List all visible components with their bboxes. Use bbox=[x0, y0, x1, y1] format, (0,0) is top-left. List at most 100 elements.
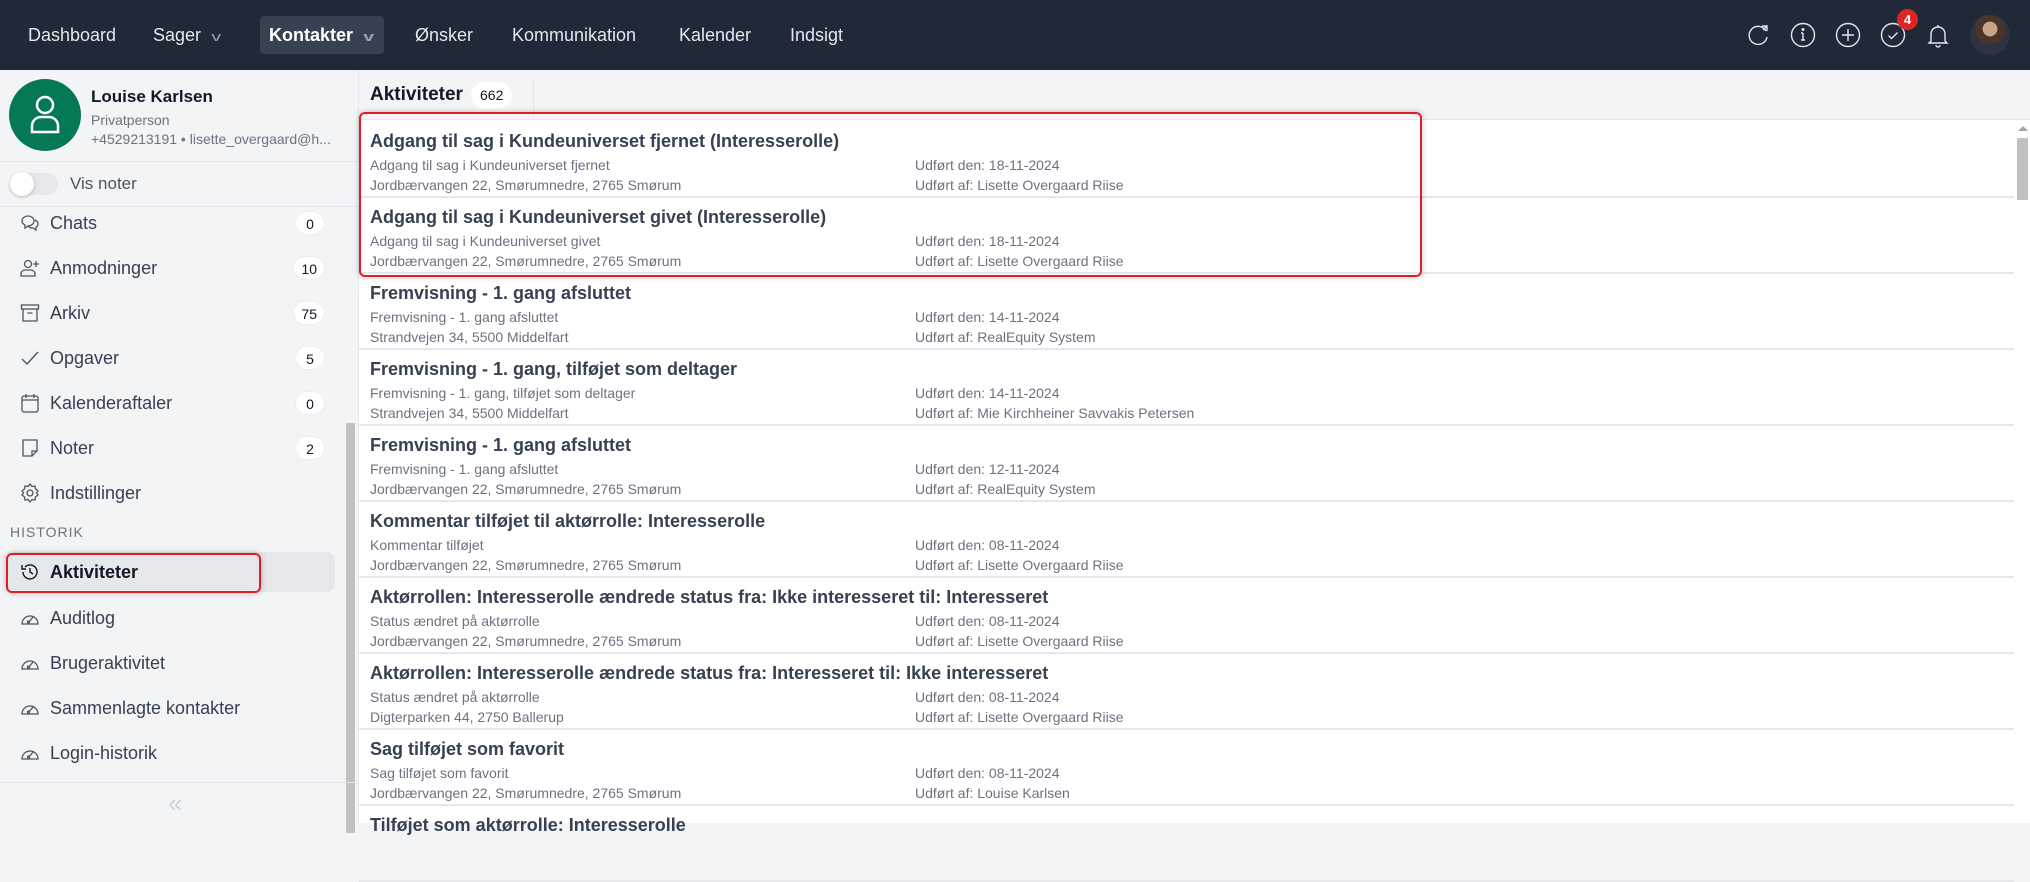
activity-address: Digterparken 44, 2750 Ballerup bbox=[370, 709, 564, 725]
nav-label: Dashboard bbox=[28, 25, 117, 45]
activity-subtitle: Sag tilføjet som favorit bbox=[370, 765, 509, 781]
highlight-box bbox=[6, 553, 261, 593]
vis-noter-toggle[interactable] bbox=[10, 172, 58, 196]
activity-row[interactable]: Fremvisning - 1. gang, tilføjet som delt… bbox=[359, 350, 2014, 426]
activity-title: Tilføjet som aktørrolle: Interesserolle bbox=[370, 815, 686, 835]
nav-kontakter[interactable]: Kontakter v bbox=[260, 16, 384, 54]
activity-performed-by: Udført af: Lisette Overgaard Riise bbox=[915, 709, 1124, 725]
check-icon bbox=[20, 348, 40, 368]
activity-performed-by: Udført af: RealEquity System bbox=[915, 329, 1096, 345]
sidebar-item-label: Chats bbox=[50, 213, 98, 233]
contact-type: Privatperson bbox=[91, 112, 170, 128]
sidebar-item-label: Arkiv bbox=[50, 303, 90, 323]
activity-performed-by: Udført af: Louise Karlsen bbox=[915, 785, 1070, 801]
info-icon[interactable] bbox=[1790, 22, 1816, 48]
gear-icon bbox=[20, 482, 40, 504]
scroll-up-arrow[interactable] bbox=[2018, 126, 2028, 131]
nav-label: Ønsker bbox=[415, 25, 474, 45]
activity-subtitle: Kommentar tilføjet bbox=[370, 537, 484, 553]
count-badge: 0 bbox=[295, 391, 325, 415]
sidebar-item-label: Sammenlagte kontakter bbox=[50, 698, 241, 718]
contact-avatar bbox=[9, 79, 81, 151]
sidebar-item-label: Opgaver bbox=[50, 348, 120, 368]
activity-row[interactable]: Fremvisning - 1. gang afsluttet Fremvisn… bbox=[359, 274, 2014, 350]
page-title: Aktiviteter bbox=[370, 84, 463, 105]
count-badge: 0 bbox=[295, 211, 325, 235]
nav-label: Indsigt bbox=[790, 25, 844, 45]
sidebar-item-label: Noter bbox=[50, 438, 95, 458]
activity-row[interactable]: Aktørrollen: Interesserolle ændrede stat… bbox=[359, 654, 2014, 730]
activity-date: Udført den: 12-11-2024 bbox=[915, 461, 1060, 477]
activity-subtitle: Fremvisning - 1. gang afsluttet bbox=[370, 461, 559, 477]
sidebar-item-label: Auditlog bbox=[50, 608, 116, 628]
user-avatar[interactable] bbox=[1970, 15, 2010, 55]
nav-onsker[interactable]: Ønsker bbox=[406, 16, 482, 54]
activity-address: Jordbærvangen 22, Smørumnedre, 2765 Smør… bbox=[370, 557, 682, 573]
count-badge: 75 bbox=[293, 301, 325, 325]
activity-performed-by: Udført af: Lisette Overgaard Riise bbox=[915, 557, 1124, 573]
activity-row[interactable]: Sag tilføjet som favorit Sag tilføjet so… bbox=[359, 730, 2014, 806]
sidebar-item-kalenderaftaler[interactable]: Kalenderaftaler 0 bbox=[8, 383, 334, 423]
sidebar-item-login-historik[interactable]: Login-historik bbox=[8, 733, 334, 773]
chat-icon bbox=[20, 213, 40, 233]
count-badge: 2 bbox=[295, 436, 325, 460]
activity-address: Strandvejen 34, 5500 Middelfart bbox=[370, 405, 569, 421]
sidebar-item-sammenlagte-kontakter[interactable]: Sammenlagte kontakter bbox=[8, 688, 334, 728]
activity-row[interactable]: Fremvisning - 1. gang afsluttet Fremvisn… bbox=[359, 426, 2014, 502]
gauge-icon bbox=[20, 743, 40, 763]
sidebar-item-label: Anmodninger bbox=[50, 258, 158, 278]
activity-title: Sag tilføjet som favorit bbox=[370, 739, 565, 759]
activity-date: Udført den: 08-11-2024 bbox=[915, 537, 1060, 553]
sidebar-item-noter[interactable]: Noter 2 bbox=[8, 428, 334, 468]
activity-subtitle: Status ændret på aktørrolle bbox=[370, 689, 540, 705]
nav-sager[interactable]: Sager v bbox=[144, 16, 229, 54]
sidebar-item-anmodninger[interactable]: Anmodninger 10 bbox=[8, 248, 334, 288]
nav-kalender[interactable]: Kalender bbox=[670, 16, 760, 54]
sidebar-item-opgaver[interactable]: Opgaver 5 bbox=[8, 338, 334, 378]
sidebar-item-brugeraktivitet[interactable]: Brugeraktivitet bbox=[8, 643, 334, 683]
nav-indsigt[interactable]: Indsigt bbox=[781, 16, 852, 54]
collapse-sidebar-icon[interactable]: « bbox=[168, 788, 182, 819]
activity-scrollbar[interactable] bbox=[2015, 122, 2030, 823]
gauge-icon bbox=[20, 608, 40, 628]
activity-panel: Aktiviteter 662 Adgang til sag i Kundeun… bbox=[359, 70, 2030, 882]
divider bbox=[0, 782, 359, 783]
user-plus-icon bbox=[20, 258, 40, 278]
contact-details: +4529213191 • lisette_overgaard@h... bbox=[91, 131, 331, 147]
refresh-icon[interactable] bbox=[1745, 22, 1771, 48]
chevron-down-icon: v bbox=[211, 29, 222, 44]
activity-performed-by: Udført af: RealEquity System bbox=[915, 481, 1096, 497]
sidebar-item-arkiv[interactable]: Arkiv 75 bbox=[8, 293, 334, 333]
nav-dashboard[interactable]: Dashboard bbox=[19, 16, 125, 54]
sidebar-item-auditlog[interactable]: Auditlog bbox=[8, 598, 334, 638]
bell-icon[interactable] bbox=[1925, 22, 1951, 48]
note-icon bbox=[20, 438, 40, 458]
activity-subtitle: Fremvisning - 1. gang afsluttet bbox=[370, 309, 559, 325]
activity-address: Strandvejen 34, 5500 Middelfart bbox=[370, 329, 569, 345]
archive-icon bbox=[20, 303, 40, 323]
nav-kommunikation[interactable]: Kommunikation bbox=[503, 16, 645, 54]
sidebar-item-chats[interactable]: Chats 0 bbox=[8, 203, 334, 243]
activity-address: Jordbærvangen 22, Smørumnedre, 2765 Smør… bbox=[370, 633, 682, 649]
activity-date: Udført den: 08-11-2024 bbox=[915, 765, 1060, 781]
activity-row[interactable]: Aktørrollen: Interesserolle ændrede stat… bbox=[359, 578, 2014, 654]
nav-label: Kontakter bbox=[269, 25, 354, 45]
sidebar-scrollbar[interactable] bbox=[346, 423, 355, 833]
sidebar: Louise Karlsen Privatperson +4529213191 … bbox=[0, 70, 359, 833]
section-heading-historik: HISTORIK bbox=[10, 524, 84, 540]
activity-row[interactable]: Tilføjet som aktørrolle: Interesserolle bbox=[359, 806, 2014, 882]
nav-label: Kommunikation bbox=[512, 25, 637, 45]
sidebar-item-label: Indstillinger bbox=[50, 483, 142, 503]
nav-label: Kalender bbox=[679, 25, 752, 45]
plus-icon[interactable] bbox=[1835, 22, 1861, 48]
activity-performed-by: Udført af: Lisette Overgaard Riise bbox=[915, 633, 1124, 649]
scrollbar-thumb[interactable] bbox=[2017, 138, 2028, 200]
sidebar-item-label: Brugeraktivitet bbox=[50, 653, 166, 673]
top-nav: Dashboard Sager v Kontakter v Ønsker Kommu… bbox=[0, 0, 2030, 70]
activity-address: Jordbærvangen 22, Smørumnedre, 2765 Smør… bbox=[370, 481, 682, 497]
sidebar-item-indstillinger[interactable]: Indstillinger bbox=[8, 473, 334, 513]
calendar-icon bbox=[20, 393, 40, 413]
activity-row[interactable]: Kommentar tilføjet til aktørrolle: Inter… bbox=[359, 502, 2014, 578]
activity-title: Aktørrollen: Interesserolle ændrede stat… bbox=[370, 663, 1049, 683]
activity-title: Aktørrollen: Interesserolle ændrede stat… bbox=[370, 587, 1049, 607]
